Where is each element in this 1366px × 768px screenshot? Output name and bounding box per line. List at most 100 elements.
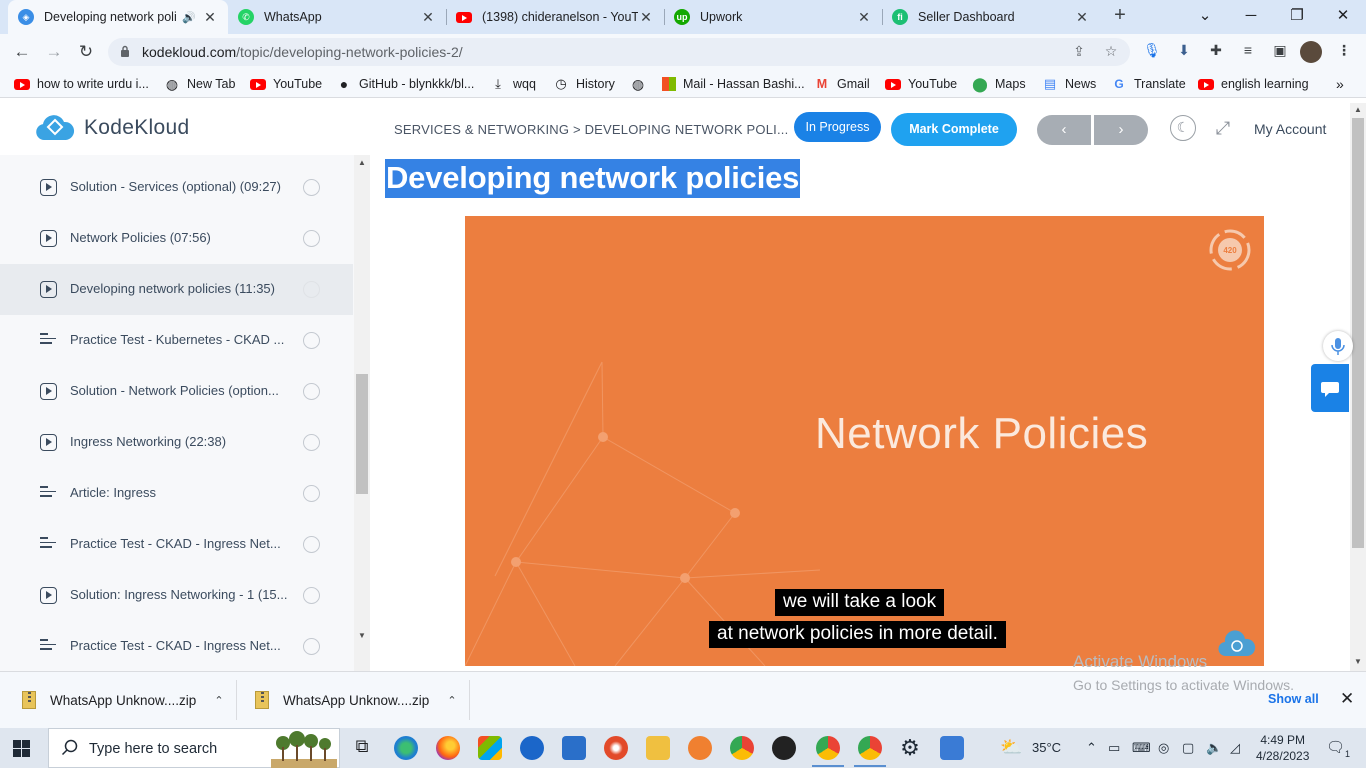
close-icon[interactable]: ✕: [1340, 689, 1354, 709]
task-view-icon[interactable]: ⧉: [350, 736, 374, 760]
tab-kodekloud[interactable]: ◈ Developing network poli 🔊 ✕: [8, 0, 228, 34]
network-device-icon[interactable]: ⌨: [1132, 740, 1151, 756]
control-panel-icon[interactable]: [940, 736, 964, 760]
lesson-item[interactable]: Practice Test - Kubernetes - CKAD ...: [0, 315, 353, 366]
wifi-icon[interactable]: ◿: [1230, 740, 1240, 756]
chevron-up-icon[interactable]: ⌃: [447, 694, 456, 707]
system-clock[interactable]: 4:49 PM 4/28/2023: [1256, 732, 1309, 764]
completion-circle[interactable]: [303, 485, 320, 502]
profile-avatar[interactable]: [1300, 41, 1322, 63]
my-account-link[interactable]: My Account: [1254, 121, 1326, 137]
scroll-up-arrow-icon[interactable]: ▲: [1351, 105, 1365, 114]
back-button[interactable]: ←: [10, 40, 34, 64]
tab-whatsapp[interactable]: ✆ WhatsApp ✕: [228, 0, 446, 34]
settings-gear-app-icon[interactable]: [688, 736, 712, 760]
close-icon[interactable]: ✕: [856, 9, 872, 26]
close-icon[interactable]: ✕: [202, 9, 218, 26]
scroll-down-arrow-icon[interactable]: ▼: [355, 631, 369, 640]
media-app-icon[interactable]: [604, 736, 628, 760]
close-icon[interactable]: ✕: [420, 9, 436, 26]
completion-circle[interactable]: [303, 179, 320, 196]
mail-icon[interactable]: [562, 736, 586, 760]
completion-circle[interactable]: [303, 638, 320, 655]
chrome-profile-icon-active[interactable]: [812, 736, 844, 767]
obs-icon[interactable]: [772, 736, 796, 760]
show-all-downloads-link[interactable]: Show all: [1268, 692, 1319, 706]
previous-lesson-button[interactable]: ‹: [1037, 115, 1091, 145]
page-scrollbar-thumb[interactable]: [1352, 118, 1364, 548]
weather-icon[interactable]: ⛅: [1000, 737, 1022, 758]
restore-button[interactable]: ❐: [1274, 0, 1320, 34]
lesson-item[interactable]: Solution: Ingress Networking - 1 (15...: [0, 570, 353, 621]
dark-mode-toggle-icon[interactable]: ☾: [1170, 115, 1196, 141]
bookmark-item[interactable]: Mail - Hassan Bashi...: [662, 76, 805, 92]
lesson-item[interactable]: Ingress Networking (22:38): [0, 417, 353, 468]
extensions-puzzle-icon[interactable]: ✚: [1206, 42, 1226, 62]
tab-seller-dashboard[interactable]: fi Seller Dashboard ✕: [882, 0, 1100, 34]
media-queue-icon[interactable]: ≡: [1238, 42, 1258, 62]
scroll-up-arrow-icon[interactable]: ▲: [355, 158, 369, 167]
video-player[interactable]: 420 Network Policies we will take a look…: [465, 216, 1264, 666]
lesson-item[interactable]: Article: Ingress: [0, 468, 353, 519]
microsoft-store-icon[interactable]: [478, 736, 502, 760]
tab-search-icon[interactable]: ⌄: [1182, 0, 1228, 34]
battery-icon[interactable]: ▭: [1108, 740, 1120, 756]
notification-center-icon[interactable]: 🗨: [1326, 738, 1345, 756]
scroll-down-arrow-icon[interactable]: ▼: [1351, 657, 1365, 666]
temperature-label[interactable]: 35°C: [1032, 740, 1061, 755]
volume-icon[interactable]: 🔈: [1206, 740, 1222, 756]
download-item[interactable]: WhatsApp Unknow....zip ⌃: [255, 672, 457, 728]
microphone-extension-icon[interactable]: 🎙: [1142, 42, 1162, 62]
chat-support-icon[interactable]: [1311, 364, 1349, 412]
chrome-dev-icon[interactable]: [520, 736, 544, 760]
new-tab-button[interactable]: +: [1108, 4, 1132, 30]
display-icon[interactable]: ▢: [1182, 740, 1194, 756]
in-progress-button[interactable]: In Progress: [794, 112, 881, 142]
file-explorer-icon[interactable]: [646, 736, 670, 760]
bookmark-item[interactable]: YouTube: [250, 76, 322, 92]
bookmark-item[interactable]: M Gmail: [814, 76, 870, 92]
address-bar[interactable]: kodekloud.com/topic/developing-network-p…: [108, 38, 1130, 66]
sidebar-scrollbar-thumb[interactable]: [356, 374, 368, 494]
close-icon[interactable]: ✕: [638, 9, 654, 26]
completion-circle[interactable]: [303, 434, 320, 451]
share-icon[interactable]: ⇪: [1070, 43, 1088, 61]
lesson-item[interactable]: Practice Test - CKAD - Ingress Net...: [0, 621, 353, 671]
minimize-button[interactable]: ─: [1228, 0, 1274, 34]
tray-chevron-icon[interactable]: ⌃: [1086, 740, 1097, 756]
camera-icon[interactable]: ◎: [1158, 740, 1169, 756]
bookmark-item[interactable]: ⬤ Maps: [972, 76, 1025, 92]
bookmarks-overflow-icon[interactable]: »: [1336, 76, 1344, 92]
chrome-profile-icon[interactable]: [854, 736, 886, 767]
bookmark-star-icon[interactable]: ☆: [1102, 43, 1120, 61]
bookmark-item[interactable]: english learning: [1198, 76, 1309, 92]
side-panel-icon[interactable]: ▣: [1270, 42, 1290, 62]
completion-circle[interactable]: [303, 230, 320, 247]
download-item[interactable]: WhatsApp Unknow....zip ⌃: [22, 672, 224, 728]
settings-icon[interactable]: ⚙: [898, 736, 922, 760]
tab-upwork[interactable]: up Upwork ✕: [664, 0, 882, 34]
tab-youtube[interactable]: (1398) chideranelson - YouTu ✕: [446, 0, 664, 34]
chrome-icon[interactable]: [730, 736, 754, 760]
windows-start-icon[interactable]: [13, 740, 30, 757]
bookmark-item[interactable]: ◷ History: [553, 76, 615, 92]
completion-circle[interactable]: [303, 383, 320, 400]
speaker-icon[interactable]: 🔊: [182, 11, 196, 24]
chevron-up-icon[interactable]: ⌃: [214, 694, 223, 707]
close-icon[interactable]: ✕: [1074, 9, 1090, 26]
completion-circle[interactable]: [303, 536, 320, 553]
bookmark-item[interactable]: ⤓ wqq: [490, 76, 536, 92]
reload-button[interactable]: ↻: [74, 40, 98, 64]
lesson-item-active[interactable]: Developing network policies (11:35): [0, 264, 353, 315]
voice-input-microphone-icon[interactable]: [1323, 331, 1353, 361]
close-window-button[interactable]: ✕: [1320, 0, 1366, 34]
lesson-item[interactable]: Practice Test - CKAD - Ingress Net...: [0, 519, 353, 570]
forward-button[interactable]: →: [42, 40, 66, 64]
completion-circle[interactable]: [303, 332, 320, 349]
bookmark-item[interactable]: G Translate: [1111, 76, 1185, 92]
breadcrumb[interactable]: SERVICES & NETWORKING > DEVELOPING NETWO…: [394, 122, 788, 137]
mark-complete-button[interactable]: Mark Complete: [891, 113, 1017, 146]
kodekloud-logo[interactable]: KodeKloud: [34, 114, 189, 142]
edge-browser-icon[interactable]: [394, 736, 418, 760]
completion-circle[interactable]: [303, 587, 320, 604]
